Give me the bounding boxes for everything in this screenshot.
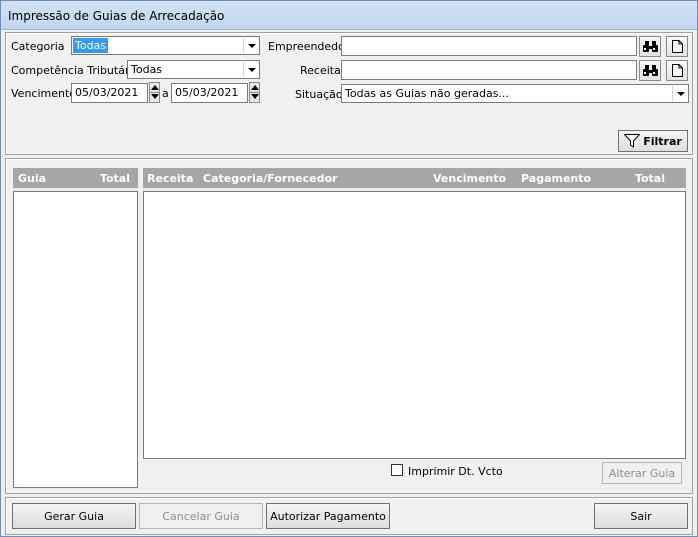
main-table-header: Receita Categoria/Fornecedor Vencimento … [143, 168, 686, 188]
vencimento-from-field[interactable]: 05/03/2021 [71, 83, 148, 103]
window-title: Impressão de Guias de Arrecadação [8, 9, 225, 23]
filtrar-label: Filtrar [643, 134, 682, 148]
col-categoria: Categoria/Fornecedor [203, 172, 338, 185]
spin-up-icon[interactable] [151, 85, 159, 90]
new-document-icon [671, 64, 683, 77]
gerar-guia-label: Gerar Guia [44, 509, 104, 523]
sair-label: Sair [630, 509, 652, 523]
col-total-left: Total [99, 172, 130, 185]
empreendedor-field[interactable] [341, 36, 637, 56]
spin-down-icon[interactable] [251, 94, 259, 99]
categoria-select[interactable]: Todas [71, 36, 260, 55]
autorizar-pagamento-label: Autorizar Pagamento [270, 509, 386, 523]
imprimir-label[interactable]: Imprimir Dt. Vcto [408, 465, 503, 478]
receita-field[interactable] [341, 60, 637, 80]
vencimento-to-field[interactable]: 05/03/2021 [171, 83, 248, 103]
funnel-icon [624, 134, 641, 148]
new-document-icon [671, 40, 683, 53]
competencia-select[interactable]: Todas [127, 60, 260, 79]
cancelar-guia-button[interactable]: Cancelar Guia [139, 503, 263, 529]
receita-new-button[interactable] [666, 60, 688, 81]
col-pagamento: Pagamento [521, 172, 592, 185]
sair-button[interactable]: Sair [594, 503, 688, 529]
vencimento-from-spinner[interactable] [149, 82, 160, 103]
empreendedor-new-button[interactable] [666, 36, 688, 57]
situacao-value: Todas as Guias não geradas... [345, 87, 509, 100]
chevron-down-icon[interactable] [243, 62, 258, 77]
autorizar-pagamento-button[interactable]: Autorizar Pagamento [266, 503, 390, 529]
left-table-header: Guia Total [13, 168, 138, 188]
receita-label: Receita [300, 64, 341, 77]
filtrar-button[interactable]: Filtrar [618, 130, 688, 152]
binoculars-icon [642, 64, 658, 76]
gerar-guia-button[interactable]: Gerar Guia [12, 503, 136, 529]
col-vencimento: Vencimento [433, 172, 507, 185]
situacao-select[interactable]: Todas as Guias não geradas... [341, 84, 689, 103]
categoria-value: Todas [73, 38, 109, 53]
empreendedor-label: Empreendedor [268, 40, 350, 53]
competencia-value: Todas [131, 63, 163, 76]
categoria-label: Categoria [11, 40, 65, 53]
binoculars-icon [642, 40, 658, 52]
vencimento-label: Vencimento [11, 87, 77, 100]
empreendedor-search-button[interactable] [639, 36, 661, 57]
title-bar: Impressão de Guias de Arrecadação [1, 1, 697, 30]
imprimir-checkbox[interactable] [391, 464, 403, 476]
chevron-down-icon[interactable] [672, 86, 687, 101]
receitas-table[interactable] [143, 191, 686, 459]
col-receita: Receita [147, 172, 194, 185]
spin-down-icon[interactable] [151, 94, 159, 99]
vencimento-to-spinner[interactable] [249, 82, 260, 103]
alterar-guia-button[interactable]: Alterar Guia [602, 462, 682, 484]
col-guia: Guia [18, 172, 47, 185]
main-window: Impressão de Guias de Arrecadação Catego… [0, 0, 698, 537]
chevron-down-icon[interactable] [243, 38, 258, 53]
cancelar-guia-label: Cancelar Guia [162, 509, 240, 523]
receita-search-button[interactable] [639, 60, 661, 81]
vencimento-sep: a [162, 87, 169, 100]
spin-up-icon[interactable] [251, 85, 259, 90]
competencia-label: Competência Tributária [11, 64, 140, 77]
col-total-main: Total [634, 172, 665, 185]
situacao-label: Situação [295, 88, 343, 101]
guias-list[interactable] [13, 191, 138, 488]
